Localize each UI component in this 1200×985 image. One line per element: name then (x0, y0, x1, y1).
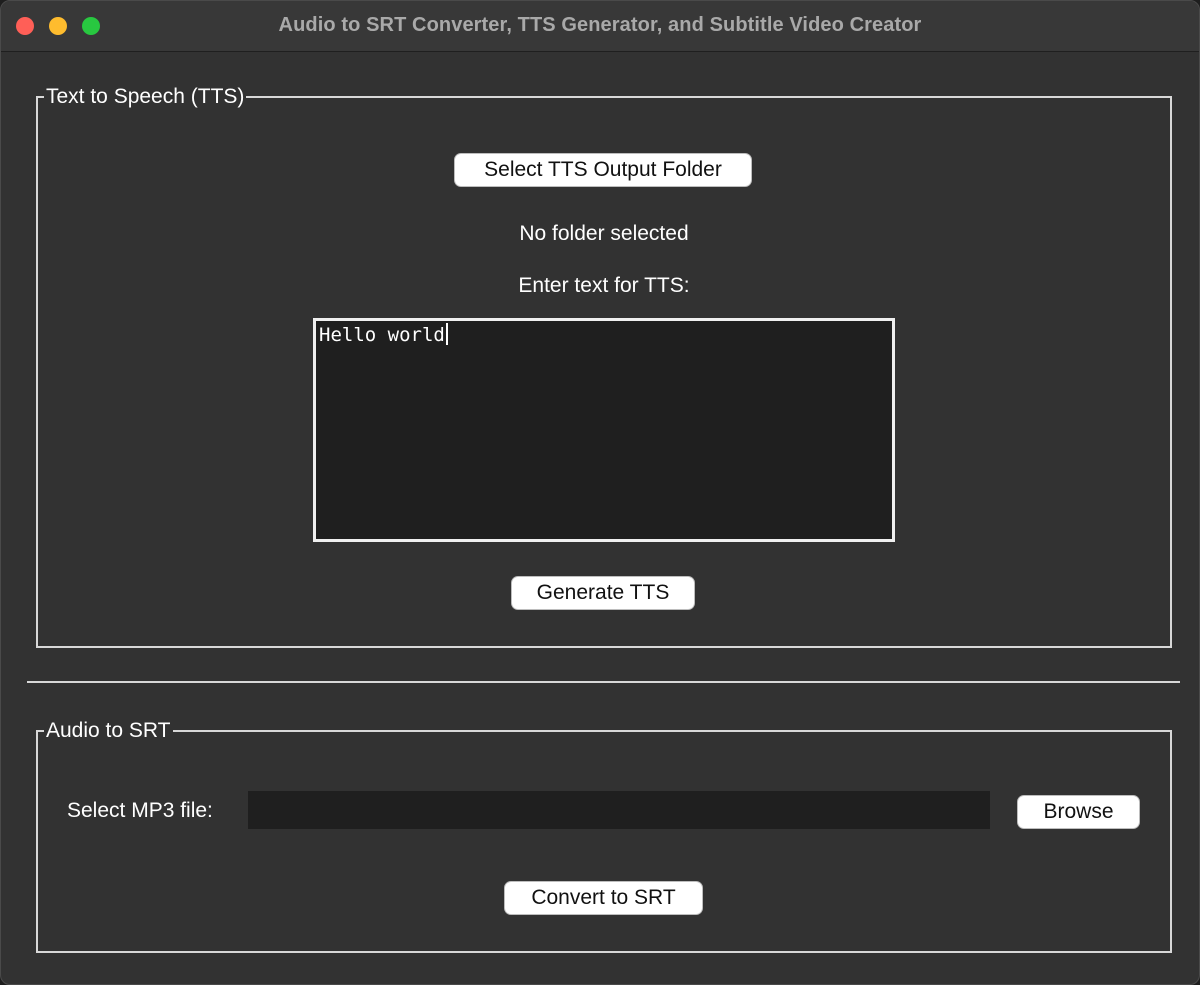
window-title: Audio to SRT Converter, TTS Generator, a… (278, 14, 922, 36)
audio-to-srt-group-title: Audio to SRT (44, 718, 173, 744)
audio-to-srt-group: Audio to SRT Select MP3 file: Browse Con… (36, 718, 1172, 953)
tts-text-input[interactable]: Hello world (313, 318, 895, 542)
text-caret (445, 323, 448, 345)
tts-text-prompt-label: Enter text for TTS: (518, 274, 690, 297)
app-window: Audio to SRT Converter, TTS Generator, a… (0, 0, 1200, 985)
browse-button[interactable]: Browse (1017, 795, 1140, 829)
generate-tts-button[interactable]: Generate TTS (511, 576, 695, 610)
mp3-file-label: Select MP3 file: (67, 799, 213, 822)
convert-to-srt-button[interactable]: Convert to SRT (504, 881, 703, 915)
mp3-file-path-input[interactable] (248, 791, 990, 829)
folder-status-label: No folder selected (519, 222, 689, 245)
title-bar[interactable]: Audio to SRT Converter, TTS Generator, a… (1, 1, 1199, 52)
tts-text-value: Hello world (319, 324, 445, 346)
select-tts-output-folder-button[interactable]: Select TTS Output Folder (454, 153, 752, 187)
section-separator (27, 681, 1180, 683)
tts-group: Text to Speech (TTS) Select TTS Output F… (36, 84, 1172, 648)
tts-group-title: Text to Speech (TTS) (44, 84, 247, 110)
